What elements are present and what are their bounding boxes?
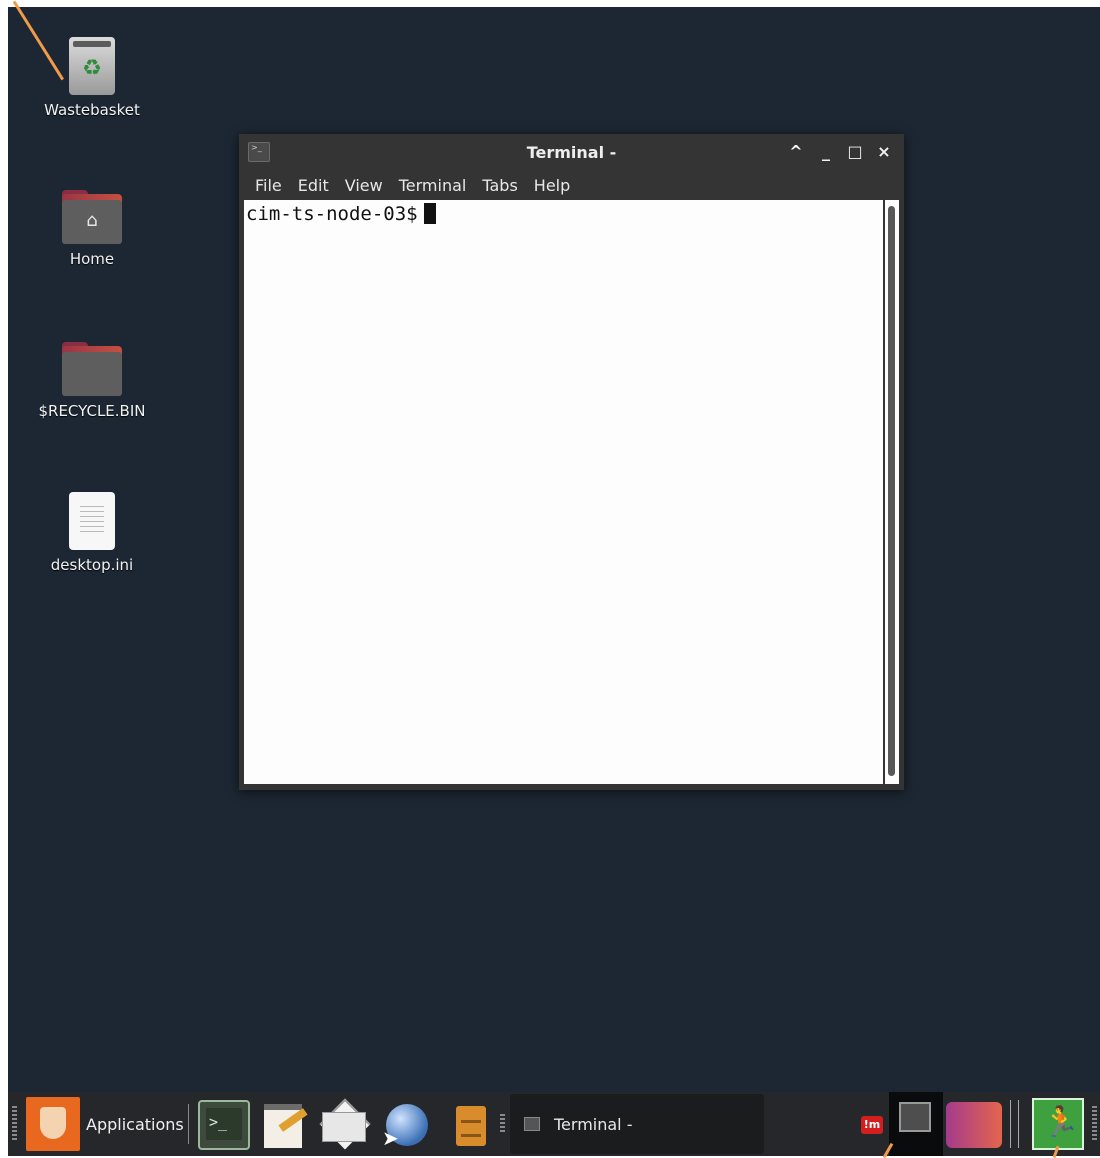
logout-exit-button[interactable]: 🏃	[1032, 1098, 1084, 1150]
applications-label: Applications	[86, 1114, 184, 1134]
menu-tabs[interactable]: Tabs	[474, 174, 525, 198]
workspace-switcher-2[interactable]	[946, 1102, 1002, 1148]
scrollbar[interactable]	[885, 200, 899, 784]
home-folder-icon: ⌂	[62, 190, 122, 244]
separator	[188, 1104, 189, 1144]
minimize-button[interactable]: _	[815, 141, 837, 163]
shell-prompt: cim-ts-node-03$	[246, 203, 436, 225]
terminal-text-area[interactable]: cim-ts-node-03$	[244, 200, 883, 784]
scrollbar-thumb[interactable]	[888, 206, 895, 776]
desktop-ini-desktop-icon[interactable]: desktop.ini	[32, 492, 152, 574]
menu-bar: File Edit View Terminal Tabs Help	[247, 174, 578, 198]
panel-grip-tasks[interactable]	[500, 1114, 505, 1134]
home-label: Home	[69, 250, 115, 268]
mail-icon[interactable]	[318, 1098, 371, 1150]
menu-view[interactable]: View	[337, 174, 391, 198]
file-manager-icon[interactable]	[444, 1100, 496, 1150]
prompt-text: cim-ts-node-03$	[246, 203, 418, 225]
desktop: ♻ Wastebasket ⌂ Home $RECYCLE.BIN deskto…	[8, 7, 1100, 1092]
text-editor-icon[interactable]	[258, 1100, 310, 1150]
wastebasket-desktop-icon[interactable]: ♻ Wastebasket	[32, 37, 152, 119]
exit-icon: 🏃	[1042, 1105, 1080, 1140]
panel-grip-right[interactable]	[1092, 1106, 1097, 1142]
separator	[1018, 1100, 1019, 1148]
menu-file[interactable]: File	[247, 174, 290, 198]
desktop-ini-label: desktop.ini	[50, 556, 134, 574]
shade-button[interactable]: ^	[785, 141, 807, 163]
wastebasket-icon: ♻	[69, 37, 115, 95]
separator	[1010, 1100, 1011, 1148]
wastebasket-label: Wastebasket	[44, 101, 140, 119]
maximize-button[interactable]: □	[844, 141, 866, 163]
terminal-small-icon	[524, 1117, 540, 1131]
menu-terminal[interactable]: Terminal	[391, 174, 475, 198]
recycle-bin-label: $RECYCLE.BIN	[38, 402, 146, 420]
notification-indicator-icon[interactable]: !m	[861, 1116, 883, 1134]
taskbar-item-label: Terminal -	[554, 1114, 633, 1134]
close-button[interactable]: ×	[873, 141, 895, 163]
recycle-bin-folder-desktop-icon[interactable]: $RECYCLE.BIN	[32, 342, 152, 420]
web-browser-icon[interactable]: ➤	[380, 1100, 432, 1150]
text-file-icon	[69, 492, 115, 550]
menu-edit[interactable]: Edit	[290, 174, 337, 198]
taskbar-item-terminal[interactable]: Terminal -	[510, 1094, 764, 1154]
applications-menu-button[interactable]: Applications	[26, 1097, 184, 1151]
workspace-switcher-1[interactable]	[889, 1092, 943, 1156]
taskbar: Applications >_ ➤ Terminal - !m 🏃	[8, 1092, 1100, 1156]
terminal-launcher-icon[interactable]: >_	[198, 1100, 250, 1150]
terminal-thumbnail-icon	[899, 1102, 931, 1132]
terminal-window: >_ Terminal - ^ _ □ × File Edit View Ter…	[239, 134, 904, 790]
panel-grip-left[interactable]	[12, 1106, 17, 1142]
menu-help[interactable]: Help	[526, 174, 578, 198]
home-desktop-icon[interactable]: ⌂ Home	[32, 190, 152, 268]
folder-icon	[62, 342, 122, 396]
text-cursor	[423, 203, 436, 224]
applications-logo-icon	[26, 1097, 80, 1151]
title-bar[interactable]: >_ Terminal - ^ _ □ ×	[239, 134, 904, 172]
